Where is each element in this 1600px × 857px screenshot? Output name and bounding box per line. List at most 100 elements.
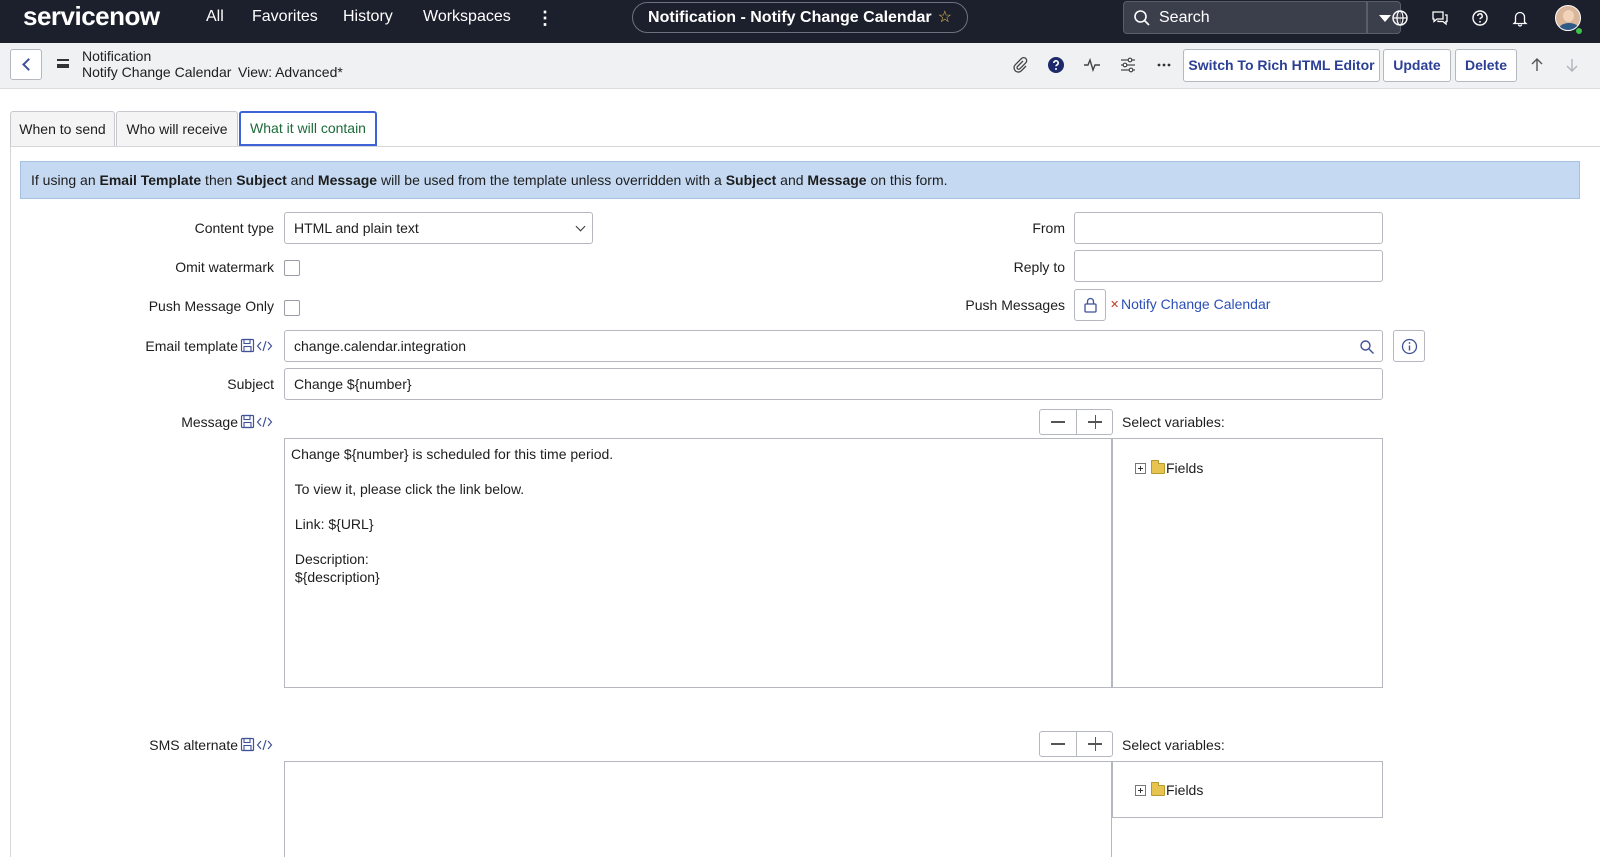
decrease-size-icon[interactable] xyxy=(1051,421,1065,423)
push-message-only-checkbox[interactable] xyxy=(284,300,300,316)
omit-watermark-label: Omit watermark xyxy=(175,259,274,275)
info-bold: Email Template xyxy=(99,172,202,188)
top-navigation: servicenow All Favorites History Workspa… xyxy=(0,0,1600,43)
decrease-size-icon[interactable] xyxy=(1051,743,1065,745)
from-label: From xyxy=(1032,220,1065,236)
more-menu-icon[interactable]: ⋮ xyxy=(536,8,554,29)
omit-watermark-checkbox[interactable] xyxy=(284,260,300,276)
search-placeholder: Search xyxy=(1159,9,1210,26)
update-button[interactable]: Update xyxy=(1383,49,1451,82)
nav-workspaces[interactable]: Workspaces xyxy=(423,8,511,26)
help-circle-icon[interactable] xyxy=(1047,56,1065,74)
save-icon xyxy=(240,338,255,353)
lock-icon xyxy=(1084,297,1097,313)
from-input[interactable] xyxy=(1074,212,1383,244)
favorite-star-icon[interactable]: ☆ xyxy=(938,9,952,26)
subject-input[interactable]: Change ${number} xyxy=(284,368,1383,400)
more-actions-icon[interactable] xyxy=(1155,56,1173,74)
email-template-lookup-button[interactable] xyxy=(1351,330,1383,362)
activity-icon[interactable] xyxy=(1083,56,1101,74)
chat-icon[interactable] xyxy=(1431,9,1449,27)
back-button[interactable] xyxy=(10,49,42,80)
push-messages-lock-button[interactable] xyxy=(1074,289,1106,321)
globe-icon[interactable] xyxy=(1391,9,1409,27)
info-bold: Message xyxy=(317,172,378,188)
fields-tree-node[interactable]: Fields xyxy=(1135,782,1203,798)
message-line: To view it, please click the link below. xyxy=(291,481,525,497)
global-search-input[interactable]: Search xyxy=(1123,1,1367,34)
sms-alternate-label: SMS alternate xyxy=(149,737,238,753)
form-header: Notification Notify Change Calendar View… xyxy=(0,43,1600,89)
switch-rich-editor-button[interactable]: Switch To Rich HTML Editor xyxy=(1183,49,1380,82)
info-text: If using an xyxy=(31,172,100,188)
message-textarea[interactable]: Change ${number} is scheduled for this t… xyxy=(284,438,1112,688)
email-template-input[interactable]: change.calendar.integration xyxy=(284,330,1352,362)
arrow-up-icon[interactable] xyxy=(1528,56,1546,74)
message-label: Message xyxy=(181,414,238,430)
push-messages-label: Push Messages xyxy=(965,297,1065,313)
view-indicator[interactable]: View: Advanced* xyxy=(238,64,343,80)
info-bold: Subject xyxy=(725,172,777,188)
fields-label: Fields xyxy=(1166,782,1204,798)
servicenow-logo[interactable]: servicenow xyxy=(23,1,160,32)
info-icon xyxy=(1401,338,1418,355)
form-context-menu-icon[interactable] xyxy=(57,59,69,68)
message-line: Change ${number} is scheduled for this t… xyxy=(291,446,614,462)
bell-icon[interactable] xyxy=(1511,9,1529,27)
code-icon xyxy=(256,416,273,428)
expand-icon[interactable] xyxy=(1135,463,1146,474)
field-icons xyxy=(240,737,273,752)
help-icon[interactable] xyxy=(1471,9,1489,27)
fields-label: Fields xyxy=(1166,460,1204,476)
code-icon xyxy=(256,739,273,751)
paperclip-icon[interactable] xyxy=(1011,56,1029,74)
info-bold: Message xyxy=(807,172,867,188)
subject-label: Subject xyxy=(227,376,274,392)
message-size-stepper[interactable] xyxy=(1039,409,1113,435)
save-icon xyxy=(240,414,255,429)
info-text: then xyxy=(201,172,237,188)
field-icons xyxy=(240,414,273,429)
email-template-info-button[interactable] xyxy=(1393,330,1425,362)
delete-button[interactable]: Delete xyxy=(1455,49,1517,82)
content-type-value: HTML and plain text xyxy=(294,220,419,236)
select-variables-label: Select variables: xyxy=(1122,414,1225,430)
email-template-label: Email template xyxy=(145,338,238,354)
info-text: will be used from the template unless ov… xyxy=(377,172,726,188)
template-info-message: If using an Email Template then Subject … xyxy=(20,161,1580,199)
expand-icon[interactable] xyxy=(1135,785,1146,796)
message-line: Link: ${URL} xyxy=(291,516,374,532)
message-line: ${description} xyxy=(291,568,380,585)
nav-history[interactable]: History xyxy=(343,8,393,26)
reply-to-input[interactable] xyxy=(1074,250,1383,282)
fields-tree-node[interactable]: Fields xyxy=(1135,460,1203,476)
field-icons xyxy=(240,338,273,353)
remove-push-message-icon[interactable]: ✕ xyxy=(1110,298,1119,311)
tab-who-will-receive[interactable]: Who will receive xyxy=(116,111,238,146)
tab-when-to-send[interactable]: When to send xyxy=(10,111,115,146)
info-bold: Subject xyxy=(236,172,287,188)
sms-variables-tree: Fields xyxy=(1112,761,1383,818)
nav-favorites[interactable]: Favorites xyxy=(252,8,318,26)
context-title-pill[interactable]: Notification - Notify Change Calendar ☆ xyxy=(632,2,968,33)
sms-size-stepper[interactable] xyxy=(1039,731,1113,757)
context-title: Notification - Notify Change Calendar xyxy=(648,9,932,26)
nav-all[interactable]: All xyxy=(206,8,224,26)
sms-alternate-textarea[interactable] xyxy=(284,761,1112,857)
code-icon xyxy=(256,340,273,352)
content-type-select[interactable]: HTML and plain text xyxy=(284,212,593,244)
record-type: Notification xyxy=(82,48,152,64)
message-variables-tree: Fields xyxy=(1112,438,1383,688)
info-text: and xyxy=(776,172,808,188)
info-text: on this form. xyxy=(866,172,948,188)
search-icon xyxy=(1134,10,1150,26)
folder-icon xyxy=(1151,782,1165,796)
online-status-dot xyxy=(1575,27,1583,35)
content-type-label: Content type xyxy=(194,220,274,236)
arrow-down-icon[interactable] xyxy=(1563,56,1581,74)
push-message-link[interactable]: Notify Change Calendar xyxy=(1121,296,1270,312)
settings-sliders-icon[interactable] xyxy=(1119,56,1137,74)
push-message-only-label: Push Message Only xyxy=(148,298,274,314)
tab-what-it-will-contain[interactable]: What it will contain xyxy=(239,111,377,146)
save-icon xyxy=(240,737,255,752)
